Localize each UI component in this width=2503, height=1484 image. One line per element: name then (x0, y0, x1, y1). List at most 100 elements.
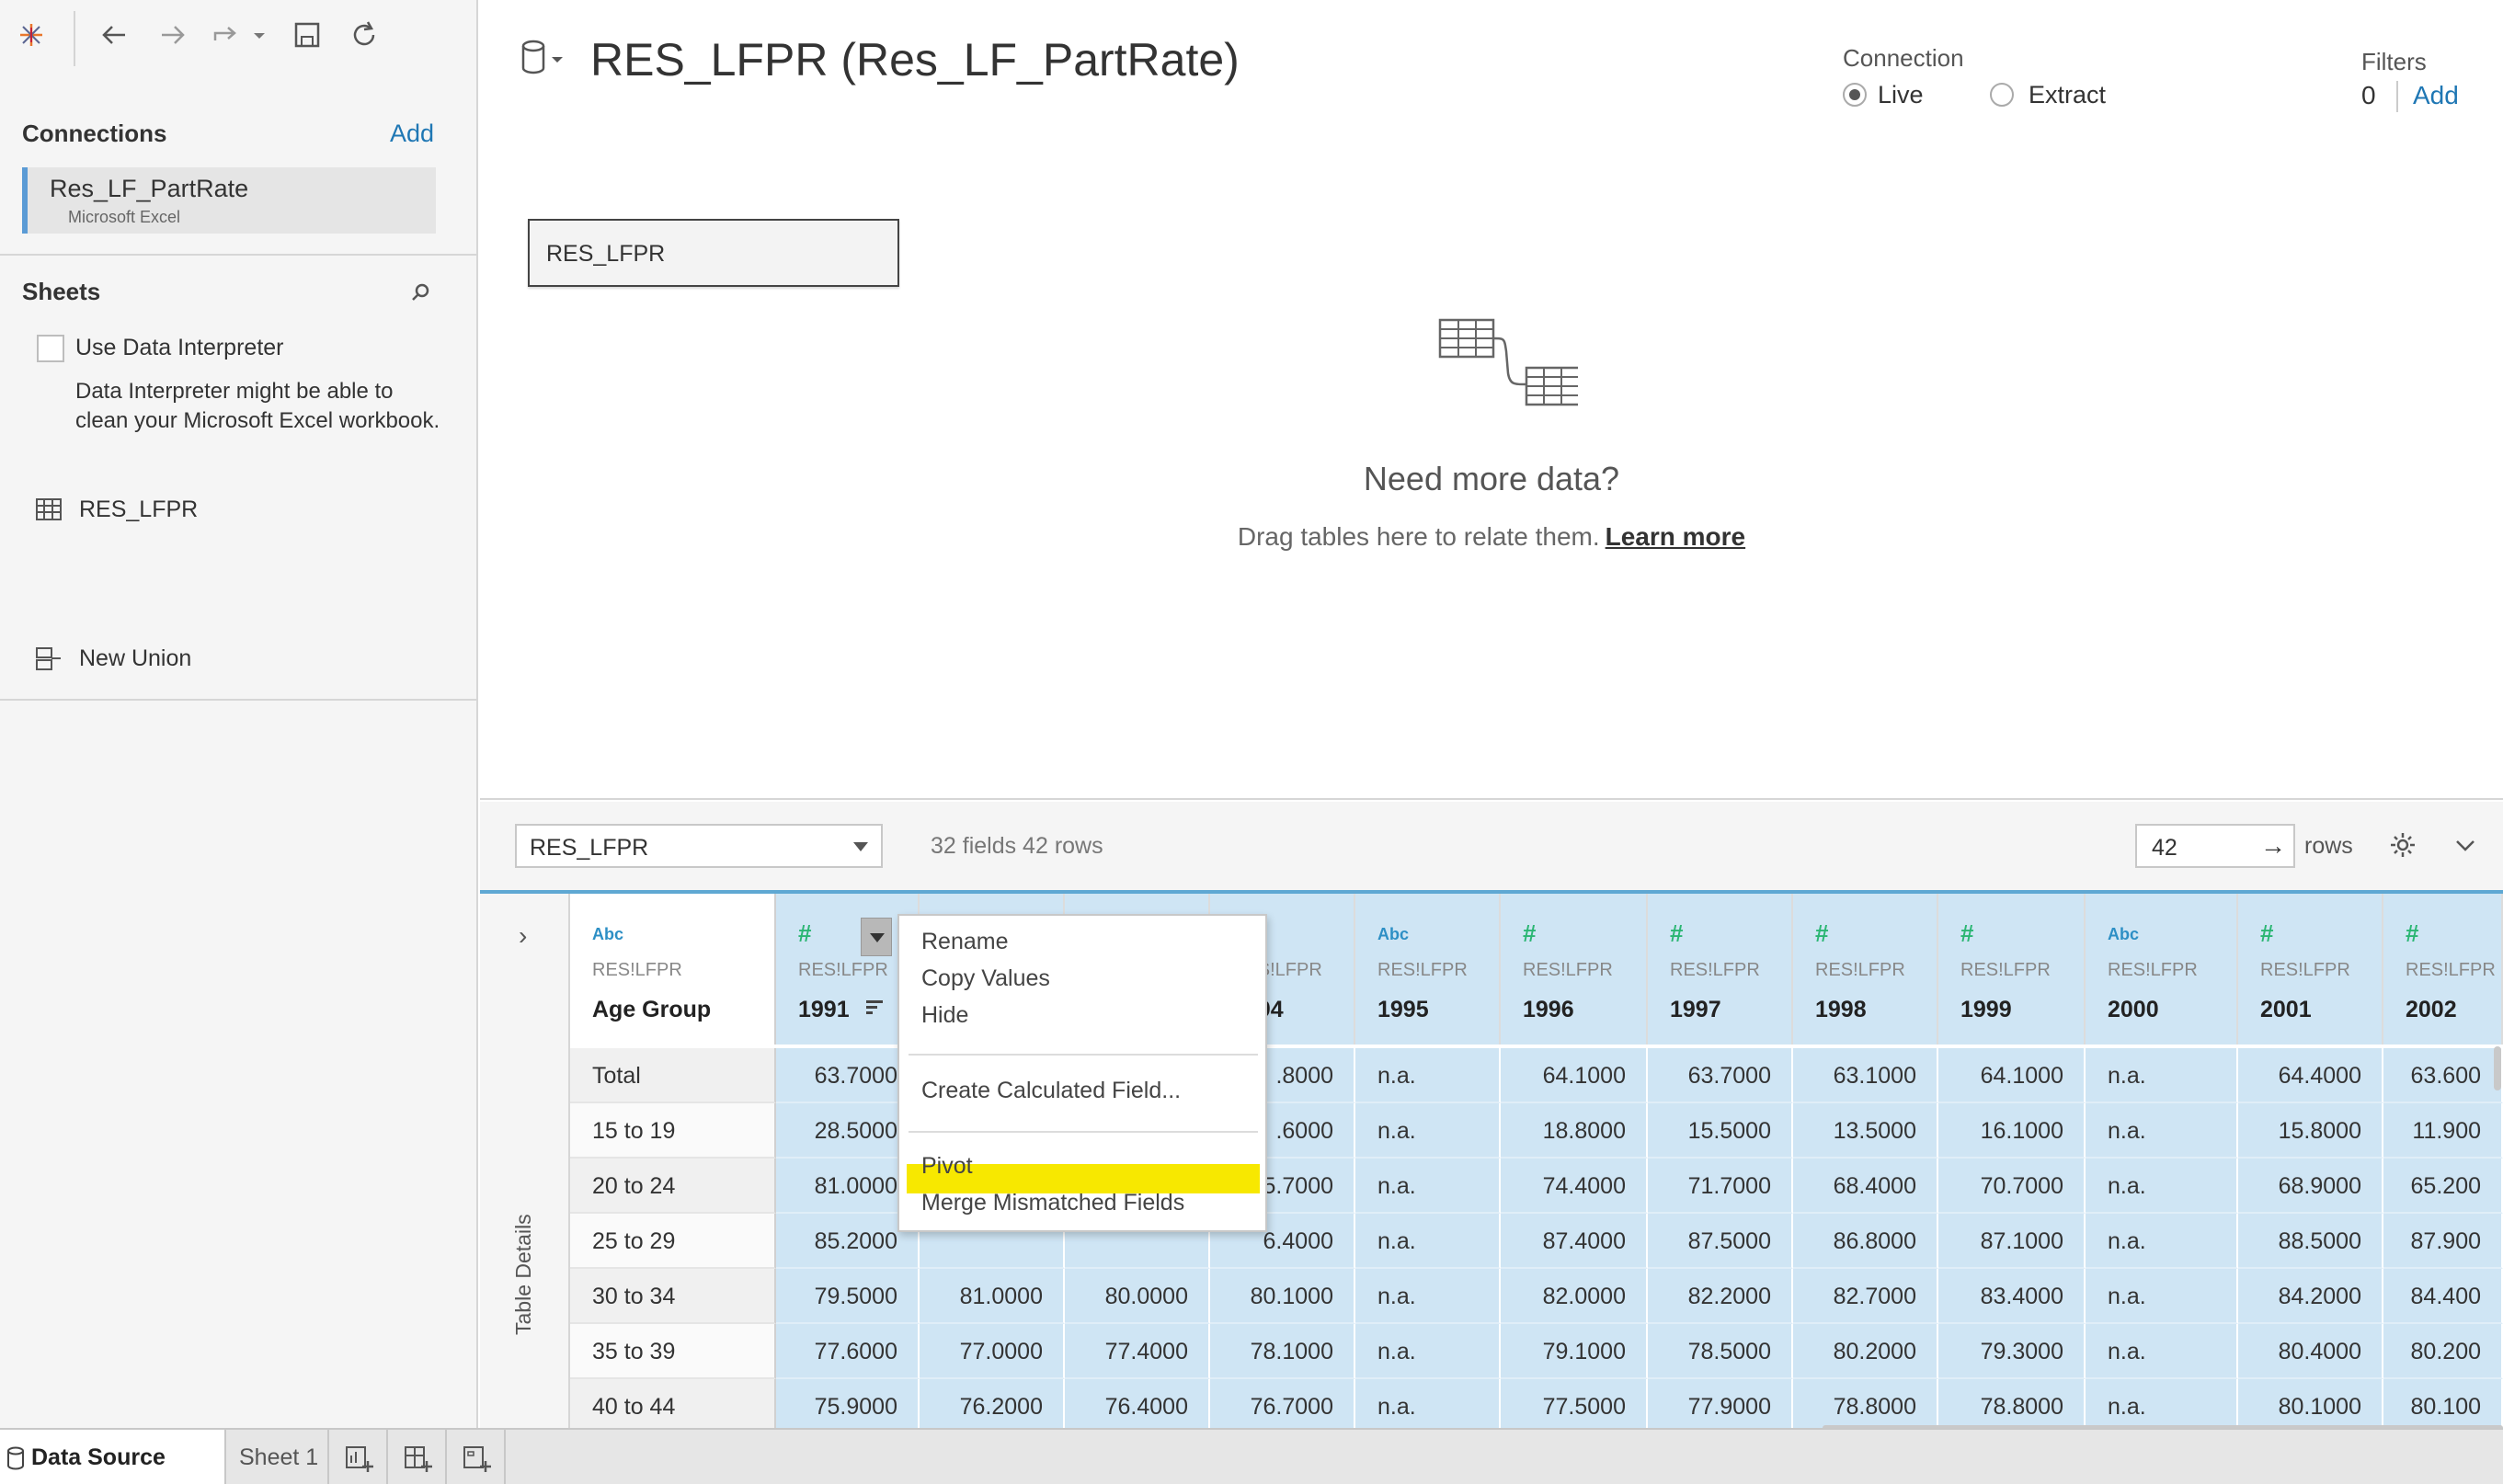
cell-value: 80.4000 (2278, 1339, 2361, 1364)
column-source: RES!LFPR (1377, 960, 1468, 980)
number-type-icon[interactable]: # (2406, 919, 2418, 948)
number-type-icon[interactable]: # (1670, 919, 1683, 948)
cell-value: 79.5000 (814, 1284, 897, 1309)
extract-label[interactable]: Extract (2029, 81, 2106, 109)
sheet-item-res-lfpr[interactable]: RES_LFPR (35, 493, 198, 526)
column-name[interactable]: 1997 (1670, 997, 1721, 1023)
live-radio[interactable] (1843, 83, 1867, 107)
cell-value: 76.4000 (1104, 1394, 1188, 1420)
cell-value: 80.0000 (1104, 1284, 1188, 1309)
add-connection-link[interactable]: Add (390, 120, 434, 148)
new-story-icon[interactable] (462, 1443, 493, 1474)
string-type-icon[interactable]: Abc (1377, 925, 1409, 944)
filters-count: 0 (2361, 81, 2376, 109)
new-union-item[interactable]: New Union (35, 642, 191, 675)
cell-value: .6000 (1275, 1118, 1333, 1144)
column-name[interactable]: 1991 (798, 997, 850, 1023)
table-row: 25 to 29 85.2000 6.4000 n.a. 87.4000 87.5000 8… (480, 1214, 2503, 1269)
learn-more-link[interactable]: Learn more (1606, 522, 1746, 551)
menu-item-pivot[interactable]: Pivot (921, 1153, 973, 1180)
new-dashboard-icon[interactable] (403, 1443, 434, 1474)
refresh-icon[interactable] (346, 17, 383, 53)
back-icon[interactable] (96, 17, 132, 53)
column-header[interactable]: # RES!LFPR 1999 (1938, 894, 2086, 1045)
menu-item-merge-mismatched-fields[interactable]: Merge Mismatched Fields (921, 1190, 1184, 1216)
menu-item-hide[interactable]: Hide (921, 1002, 968, 1029)
logical-table-card[interactable]: RES_LFPR (528, 219, 899, 287)
column-menu-dropdown-button[interactable] (861, 918, 892, 956)
column-header[interactable]: # RES!LFPR 1998 (1793, 894, 1938, 1045)
database-icon[interactable] (520, 39, 566, 75)
number-type-icon[interactable]: # (1815, 919, 1828, 948)
cell-value: 68.9000 (2278, 1173, 2361, 1199)
column-header[interactable]: Abc RES!LFPR Age Group (570, 894, 776, 1045)
save-icon[interactable] (289, 17, 326, 53)
column-header[interactable]: Abc RES!LFPR 2000 (2086, 894, 2238, 1045)
grid-toolbar: RES_LFPR 32 fields 42 rows 42 → rows (480, 802, 2503, 890)
column-name[interactable]: 2001 (2260, 997, 2312, 1023)
column-header[interactable]: # RES!LFPR 2001 (2238, 894, 2383, 1045)
chevron-right-icon[interactable]: › (519, 921, 527, 951)
menu-item-create-calculated-field[interactable]: Create Calculated Field... (921, 1078, 1181, 1104)
cell-value: n.a. (1377, 1394, 1416, 1420)
menu-item-copy-values[interactable]: Copy Values (921, 965, 1050, 992)
cell-value: 75.9000 (814, 1394, 897, 1420)
table-select-value: RES_LFPR (530, 835, 649, 861)
tableau-logo-icon[interactable] (13, 17, 50, 53)
sheets-title: Sheets (22, 278, 101, 305)
new-worksheet-icon[interactable] (344, 1443, 375, 1474)
column-header[interactable]: Abc RES!LFPR 1995 (1355, 894, 1501, 1045)
tab-sheet-1[interactable]: Sheet 1 (226, 1430, 327, 1484)
rows-input[interactable]: 42 → (2135, 824, 2295, 868)
add-filter-link[interactable]: Add (2413, 81, 2459, 110)
cell-value: 63.7000 (814, 1063, 897, 1089)
column-name[interactable]: 2000 (2108, 997, 2159, 1023)
data-cell: 79.3000 (1938, 1324, 2086, 1379)
redo-icon[interactable] (210, 17, 246, 53)
number-type-icon[interactable]: # (2260, 919, 2273, 948)
redo-dropdown-icon[interactable] (250, 17, 269, 53)
column-header[interactable]: # RES!LFPR 1996 (1501, 894, 1648, 1045)
cell-value: 40 to 44 (592, 1394, 676, 1420)
cell-value: 64.4000 (2278, 1063, 2361, 1089)
tab-data-source[interactable]: Data Source (0, 1430, 224, 1484)
search-icon[interactable] (406, 280, 434, 307)
gear-icon[interactable] (2387, 829, 2418, 861)
column-header[interactable]: # RES!LFPR 1997 (1648, 894, 1793, 1045)
relate-tables-icon (1438, 318, 1578, 406)
forward-icon[interactable] (154, 17, 191, 53)
arrow-right-icon[interactable]: → (2260, 831, 2286, 861)
menu-item-rename[interactable]: Rename (921, 929, 1009, 955)
number-type-icon[interactable]: # (1960, 919, 1973, 948)
table-select-dropdown[interactable]: RES_LFPR (515, 824, 883, 868)
data-interpreter-checkbox[interactable] (37, 335, 64, 362)
string-type-icon[interactable]: Abc (592, 925, 623, 944)
column-name[interactable]: 1996 (1523, 997, 1574, 1023)
column-name[interactable]: Age Group (592, 997, 711, 1023)
column-header[interactable]: # RES!LFPR 2002 (2383, 894, 2503, 1045)
need-more-data-heading: Need more data? (1363, 460, 1620, 497)
sheet-item-label: RES_LFPR (79, 496, 199, 522)
column-name[interactable]: 1998 (1815, 997, 1867, 1023)
data-source-canvas[interactable]: RES_LFPR (Res_LF_PartRate) Connection Li… (480, 0, 2503, 800)
connection-item[interactable]: Res_LF_PartRate Microsoft Excel (22, 167, 436, 234)
data-cell: n.a. (1355, 1269, 1501, 1324)
data-grid[interactable]: › Table Details Abc RES!LFPR Age Group # RES… (480, 890, 2503, 1434)
data-cell: n.a. (2086, 1159, 2238, 1214)
chevron-down-icon[interactable] (2452, 831, 2479, 859)
column-name[interactable]: 2002 (2406, 997, 2457, 1023)
data-source-title[interactable]: RES_LFPR (Res_LF_PartRate) (590, 33, 1240, 86)
data-cell: 65.200 (2383, 1159, 2503, 1214)
column-source: RES!LFPR (2108, 960, 2198, 980)
extract-radio[interactable] (1990, 83, 2014, 107)
vertical-scrollbar[interactable] (2494, 1046, 2501, 1090)
string-type-icon[interactable]: Abc (2108, 925, 2139, 944)
column-name[interactable]: 1999 (1960, 997, 2012, 1023)
data-cell: 88.5000 (2238, 1214, 2383, 1269)
live-label[interactable]: Live (1878, 81, 1924, 109)
number-type-icon[interactable]: # (1523, 919, 1536, 948)
sort-icon[interactable] (864, 997, 886, 1019)
cell-value: .8000 (1275, 1063, 1333, 1089)
number-type-icon[interactable]: # (798, 919, 811, 948)
column-name[interactable]: 1995 (1377, 997, 1429, 1023)
